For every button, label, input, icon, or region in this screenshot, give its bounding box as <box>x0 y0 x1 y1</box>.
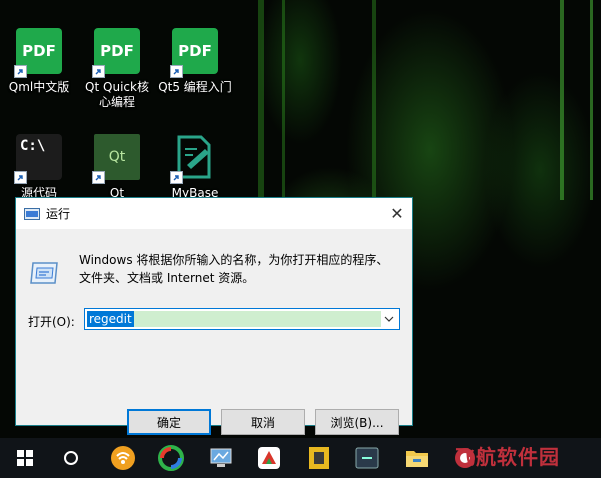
desktop-icon-qt[interactable]: Qt Qt <box>78 134 156 201</box>
wps-presentation-icon[interactable] <box>246 438 292 478</box>
desktop-icon-qtquick-pdf[interactable]: PDF Qt Quick核心编程 <box>78 28 156 110</box>
run-app-icon <box>24 207 40 220</box>
pdf-icon: PDF <box>92 28 140 78</box>
wallpaper-stripe <box>590 0 593 200</box>
run-dialog-title: 运行 <box>46 207 71 221</box>
run-program-icon <box>30 262 58 284</box>
shortcut-arrow-icon <box>14 65 27 78</box>
shortcut-arrow-icon <box>92 65 105 78</box>
desktop-icon-label: Qt5 编程入门 <box>158 80 232 94</box>
desktop-icon-label: Qt Quick核心编程 <box>85 80 149 109</box>
qt-icon: Qt <box>92 134 140 184</box>
taskbar: 飞航软件园 <box>0 438 601 478</box>
cortana-circle-icon[interactable] <box>48 438 94 478</box>
sticky-notes-icon[interactable] <box>296 438 342 478</box>
pdf-icon: PDF <box>170 28 218 78</box>
shortcut-arrow-icon <box>170 171 183 184</box>
selected-input-text: regedit <box>87 311 134 327</box>
pdf-icon: PDF <box>14 28 62 78</box>
mybase-icon <box>170 134 218 184</box>
close-icon[interactable]: ✕ <box>382 198 412 229</box>
run-dialog-description: Windows 将根据你所输入的名称，为你打开相应的程序、文件夹、文档或 Int… <box>79 253 389 285</box>
shortcut-arrow-icon <box>14 171 27 184</box>
360-browser-icon[interactable] <box>148 438 194 478</box>
watermark-text: 飞航软件园 <box>455 445 560 469</box>
wifi-app-icon[interactable] <box>100 438 146 478</box>
run-dialog-titlebar[interactable]: 运行 ✕ <box>16 198 412 229</box>
open-combobox[interactable]: regedit <box>84 308 400 330</box>
desktop-icon-qml-pdf[interactable]: PDF Qml中文版 <box>0 28 78 95</box>
command-prompt-icon: C:\ <box>14 134 62 184</box>
desktop-icon-qt5-pdf[interactable]: PDF Qt5 编程入门 <box>156 28 234 95</box>
file-explorer-icon[interactable] <box>394 438 440 478</box>
chevron-down-icon[interactable] <box>379 309 399 329</box>
shortcut-arrow-icon <box>92 171 105 184</box>
desktop-icon-mybase[interactable]: MyBase <box>156 134 234 201</box>
open-label: 打开(O): <box>28 315 75 329</box>
cancel-button[interactable]: 取消 <box>221 409 305 435</box>
remote-desktop-icon[interactable] <box>198 438 244 478</box>
desktop-icon-source-code[interactable]: C:\ 源代码 <box>0 134 78 201</box>
run-dialog: 运行 ✕ Windows 将根据你所输入的名称，为你打开相应的程序、文件夹、文档… <box>15 197 413 435</box>
clock-app-icon[interactable] <box>344 438 390 478</box>
run-dialog-body: Windows 将根据你所输入的名称，为你打开相应的程序、文件夹、文档或 Int… <box>16 229 412 435</box>
ok-button[interactable]: 确定 <box>127 409 211 435</box>
wallpaper-stripe <box>560 0 564 200</box>
desktop-icon-label: Qml中文版 <box>8 80 70 94</box>
windows-start-icon[interactable] <box>2 438 48 478</box>
browse-button[interactable]: 浏览(B)... <box>315 409 399 435</box>
shortcut-arrow-icon <box>170 65 183 78</box>
